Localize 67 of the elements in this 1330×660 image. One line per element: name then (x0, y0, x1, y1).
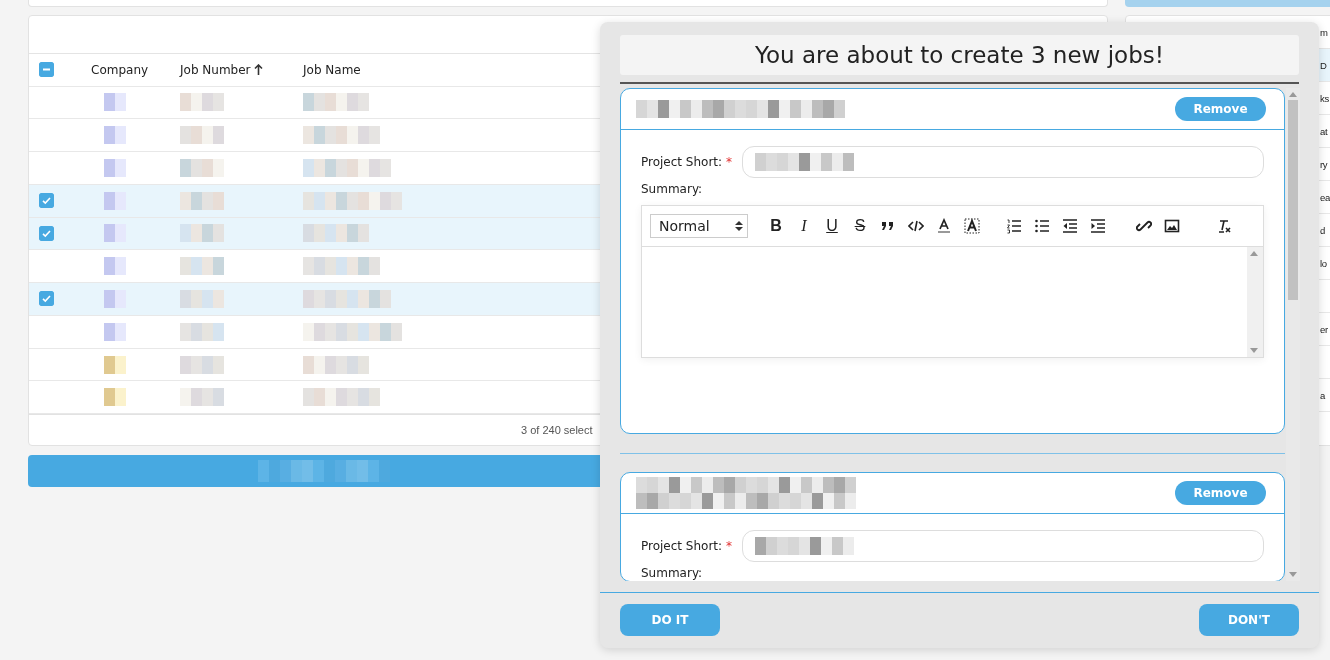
code-icon[interactable] (908, 218, 924, 234)
column-header[interactable]: Job Number (180, 62, 263, 77)
row-text: d (1320, 224, 1325, 236)
redacted-text (180, 388, 224, 407)
bold-icon[interactable]: B (770, 218, 782, 234)
link-icon[interactable] (1136, 218, 1152, 234)
redacted-text (104, 224, 126, 243)
redacted-text (180, 93, 224, 112)
checkbox[interactable] (39, 193, 54, 209)
redacted-text (104, 126, 126, 145)
column-header: m (1320, 26, 1328, 38)
redacted-text (180, 289, 224, 308)
sort-arrow-icon (253, 64, 263, 76)
row-text: a (1320, 389, 1325, 401)
color-icon[interactable] (936, 218, 952, 234)
redacted-text (180, 126, 224, 145)
redacted-text (104, 191, 126, 210)
redacted-text (303, 355, 369, 374)
redacted-text (180, 322, 224, 341)
image-icon[interactable] (1164, 218, 1180, 234)
column-header[interactable]: Job Name (303, 62, 361, 77)
redacted-text (104, 289, 126, 308)
redacted-text (180, 191, 224, 210)
strikethrough-icon[interactable]: S (854, 218, 866, 234)
underline-icon[interactable]: U (826, 218, 838, 234)
redacted-text (303, 224, 369, 243)
redacted-text (180, 224, 224, 243)
row-text: er (1320, 323, 1328, 335)
row-text: ea (1320, 191, 1330, 203)
redacted-text (104, 93, 126, 112)
project-short-field[interactable] (742, 530, 1264, 562)
field-label: Project Short: * (641, 155, 733, 169)
redacted-text (104, 388, 126, 407)
field-label: Summary: (641, 567, 703, 580)
redacted-text (303, 93, 369, 112)
updown-icon (735, 220, 743, 232)
checkbox[interactable] (39, 291, 54, 307)
row-text: lo (1320, 257, 1327, 269)
ordered-icon[interactable] (1006, 218, 1022, 234)
checkbox[interactable] (39, 225, 54, 241)
column-header[interactable]: Company (91, 62, 149, 77)
redacted-text (104, 322, 126, 341)
checkbox[interactable] (39, 62, 54, 78)
row-text: ks (1320, 92, 1329, 104)
redacted-text (180, 158, 224, 177)
outdent-icon[interactable] (1062, 218, 1078, 234)
row-text: ry (1320, 158, 1328, 170)
format-select[interactable]: Normal (650, 214, 748, 238)
italic-icon[interactable]: I (801, 218, 807, 234)
selection-count: 3 of 240 select (521, 424, 593, 437)
redacted-text (180, 355, 224, 374)
redacted-text (104, 158, 126, 177)
indent-icon[interactable] (1090, 218, 1106, 234)
scrollbar[interactable] (1247, 247, 1263, 357)
field-label: Project Short: * (641, 539, 733, 553)
redacted-text (104, 355, 126, 374)
dialog-title: You are about to create 3 new jobs! (620, 35, 1299, 75)
field-label: Summary: (641, 183, 703, 196)
clean-icon[interactable] (1216, 218, 1232, 234)
redacted-text (104, 257, 126, 276)
redacted-text (180, 257, 224, 276)
bullet-icon[interactable] (1034, 218, 1050, 234)
row-text: D (1320, 59, 1327, 71)
row-text: at (1320, 125, 1328, 137)
rich-text-editor[interactable]: Normal B I U S (641, 205, 1264, 358)
background-icon[interactable] (964, 218, 980, 234)
project-short-field[interactable] (742, 146, 1264, 178)
